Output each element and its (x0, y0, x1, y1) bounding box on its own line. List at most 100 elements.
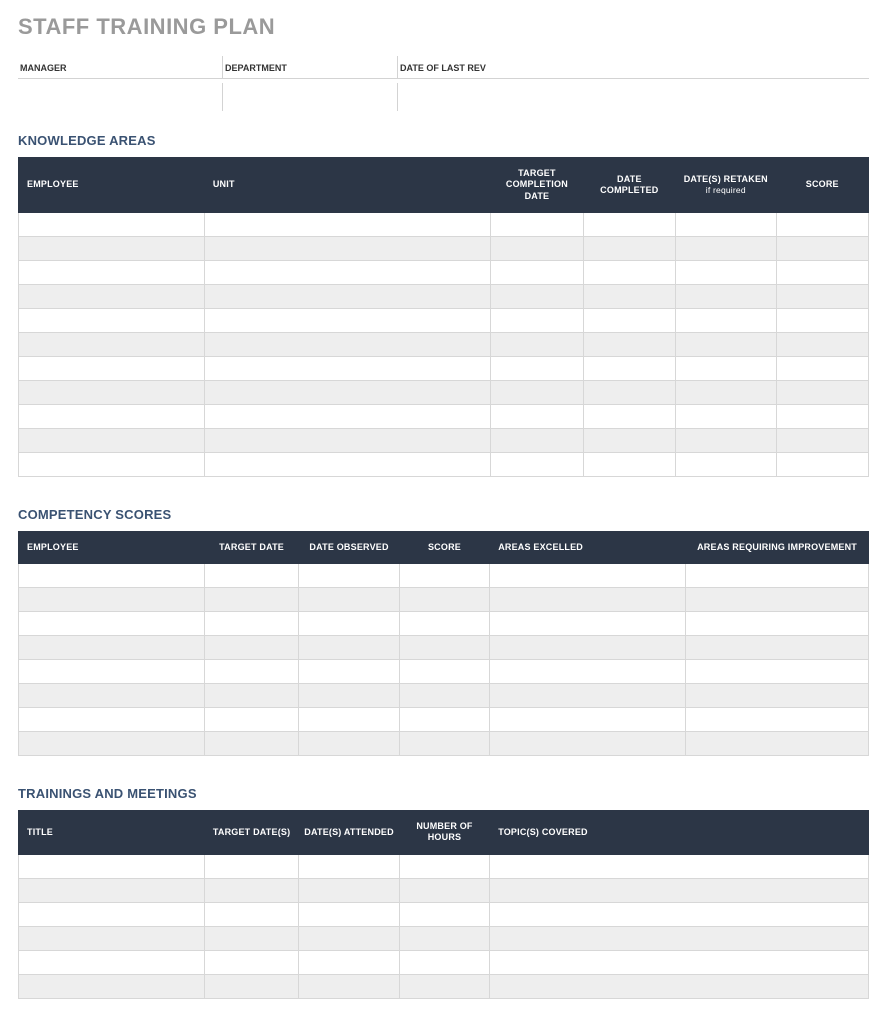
cell-employee[interactable] (19, 636, 205, 660)
cell-target-date[interactable] (204, 564, 298, 588)
cell-hours[interactable] (399, 950, 489, 974)
cell-topics[interactable] (490, 974, 869, 998)
cell-target-date[interactable] (491, 356, 583, 380)
cell-score[interactable] (399, 708, 489, 732)
cell-hours[interactable] (399, 878, 489, 902)
cell-date-observed[interactable] (299, 636, 399, 660)
cell-date-observed[interactable] (299, 660, 399, 684)
cell-unit[interactable] (204, 404, 490, 428)
cell-improve[interactable] (686, 612, 869, 636)
cell-improve[interactable] (686, 588, 869, 612)
cell-score[interactable] (776, 332, 868, 356)
cell-employee[interactable] (19, 660, 205, 684)
cell-dates-attended[interactable] (299, 902, 399, 926)
cell-title[interactable] (19, 974, 205, 998)
cell-retaken[interactable] (676, 332, 776, 356)
cell-employee[interactable] (19, 588, 205, 612)
cell-target-date[interactable] (491, 380, 583, 404)
cell-excelled[interactable] (490, 684, 686, 708)
cell-target-date[interactable] (204, 708, 298, 732)
cell-employee[interactable] (19, 404, 205, 428)
cell-score[interactable] (399, 564, 489, 588)
cell-employee[interactable] (19, 332, 205, 356)
cell-employee[interactable] (19, 308, 205, 332)
cell-employee[interactable] (19, 564, 205, 588)
cell-unit[interactable] (204, 452, 490, 476)
cell-target-dates[interactable] (204, 974, 298, 998)
cell-excelled[interactable] (490, 564, 686, 588)
cell-hours[interactable] (399, 974, 489, 998)
cell-improve[interactable] (686, 732, 869, 756)
cell-score[interactable] (399, 732, 489, 756)
cell-target-date[interactable] (491, 284, 583, 308)
cell-title[interactable] (19, 878, 205, 902)
cell-employee[interactable] (19, 284, 205, 308)
cell-retaken[interactable] (676, 356, 776, 380)
cell-dates-attended[interactable] (299, 974, 399, 998)
cell-score[interactable] (776, 428, 868, 452)
cell-date-completed[interactable] (583, 452, 675, 476)
cell-date-completed[interactable] (583, 308, 675, 332)
cell-excelled[interactable] (490, 612, 686, 636)
cell-target-date[interactable] (491, 212, 583, 236)
cell-date-observed[interactable] (299, 684, 399, 708)
cell-target-date[interactable] (204, 588, 298, 612)
cell-date-observed[interactable] (299, 588, 399, 612)
cell-date-completed[interactable] (583, 236, 675, 260)
cell-employee[interactable] (19, 212, 205, 236)
cell-score[interactable] (399, 660, 489, 684)
cell-dates-attended[interactable] (299, 854, 399, 878)
cell-improve[interactable] (686, 660, 869, 684)
cell-score[interactable] (399, 588, 489, 612)
cell-excelled[interactable] (490, 636, 686, 660)
cell-excelled[interactable] (490, 660, 686, 684)
cell-dates-attended[interactable] (299, 926, 399, 950)
cell-dates-attended[interactable] (299, 950, 399, 974)
cell-score[interactable] (776, 404, 868, 428)
cell-date-completed[interactable] (583, 380, 675, 404)
cell-target-date[interactable] (204, 612, 298, 636)
cell-unit[interactable] (204, 284, 490, 308)
cell-unit[interactable] (204, 260, 490, 284)
cell-score[interactable] (776, 356, 868, 380)
cell-date-observed[interactable] (299, 564, 399, 588)
cell-improve[interactable] (686, 708, 869, 732)
cell-excelled[interactable] (490, 708, 686, 732)
cell-hours[interactable] (399, 854, 489, 878)
cell-title[interactable] (19, 950, 205, 974)
cell-employee[interactable] (19, 260, 205, 284)
cell-topics[interactable] (490, 878, 869, 902)
cell-topics[interactable] (490, 902, 869, 926)
cell-employee[interactable] (19, 356, 205, 380)
cell-date-observed[interactable] (299, 612, 399, 636)
cell-topics[interactable] (490, 926, 869, 950)
cell-employee[interactable] (19, 684, 205, 708)
cell-target-date[interactable] (204, 636, 298, 660)
cell-improve[interactable] (686, 636, 869, 660)
cell-target-date[interactable] (491, 428, 583, 452)
cell-date-completed[interactable] (583, 212, 675, 236)
cell-date-completed[interactable] (583, 332, 675, 356)
cell-target-date[interactable] (491, 308, 583, 332)
cell-topics[interactable] (490, 854, 869, 878)
cell-hours[interactable] (399, 902, 489, 926)
cell-target-date[interactable] (491, 452, 583, 476)
cell-unit[interactable] (204, 428, 490, 452)
cell-employee[interactable] (19, 452, 205, 476)
cell-title[interactable] (19, 926, 205, 950)
cell-unit[interactable] (204, 332, 490, 356)
cell-target-dates[interactable] (204, 926, 298, 950)
cell-retaken[interactable] (676, 452, 776, 476)
cell-score[interactable] (776, 452, 868, 476)
cell-date-completed[interactable] (583, 428, 675, 452)
cell-employee[interactable] (19, 380, 205, 404)
cell-score[interactable] (399, 636, 489, 660)
cell-score[interactable] (776, 284, 868, 308)
cell-score[interactable] (399, 612, 489, 636)
cell-title[interactable] (19, 854, 205, 878)
cell-target-date[interactable] (204, 684, 298, 708)
cell-unit[interactable] (204, 308, 490, 332)
cell-employee[interactable] (19, 732, 205, 756)
cell-employee[interactable] (19, 236, 205, 260)
cell-unit[interactable] (204, 356, 490, 380)
